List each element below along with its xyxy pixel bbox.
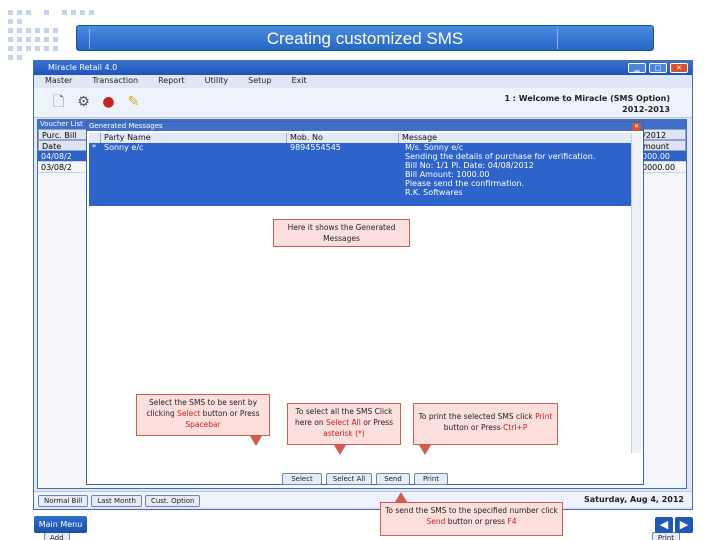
menu-item-report[interactable]: Report: [147, 75, 194, 87]
purchase-bill-header: Purc. Bill: [38, 129, 88, 140]
menu-item-exit[interactable]: Exit: [280, 75, 315, 87]
callout-highlight: F4: [507, 517, 517, 526]
mobile-number-cell: 9894554545: [290, 143, 341, 152]
minimize-icon[interactable]: ▁: [628, 63, 646, 73]
party-name-cell: Sonny e/c: [104, 143, 144, 152]
main-menu-button[interactable]: Main Menu: [34, 516, 87, 533]
table-row[interactable]: 0000.00: [639, 162, 686, 173]
callout-text: To print the selected SMS click: [418, 412, 536, 421]
new-document-icon[interactable]: 🗋: [50, 94, 67, 111]
right-arrow-icon[interactable]: ▶: [675, 517, 693, 533]
normal-bill-button[interactable]: Normal Bill: [38, 495, 89, 507]
slide-navigation: ◀ ▶: [655, 517, 693, 533]
date-to-field[interactable]: /2012: [639, 129, 686, 140]
callout-select: Select the SMS to be sent by clicking Se…: [136, 394, 270, 436]
status-date: Saturday, Aug 4, 2012: [584, 495, 684, 504]
message-cell: M/s. Sonny e/c Sending the details of pu…: [399, 143, 633, 206]
dialog-buttons: Select Select All Send Print: [282, 473, 448, 485]
date-column-header: Date: [38, 140, 88, 151]
window-controls: ▁ □ ✕: [628, 63, 688, 73]
callout-send: To send the SMS to the specified number …: [380, 502, 563, 536]
maximize-icon[interactable]: □: [649, 63, 667, 73]
status-bar: Normal Bill Last Month Cust. Option Satu…: [34, 491, 692, 507]
callout-text: button or Press: [200, 409, 260, 418]
table-row[interactable]: 000.00: [639, 151, 686, 162]
callout-highlight: Print: [535, 412, 553, 421]
mobile-number-header: Mob. No: [287, 133, 399, 143]
callout-print: To print the selected SMS click Print bu…: [413, 403, 558, 445]
message-line: R.K. Softwares: [405, 188, 463, 197]
callout-pointer: [419, 445, 431, 455]
print-button[interactable]: Print: [414, 473, 448, 485]
voucher-list-right-columns: /2012 mount 000.00 0000.00: [639, 129, 686, 173]
add-button[interactable]: Add: [44, 532, 70, 540]
callout-text: button or Press: [443, 423, 504, 432]
menu-bar: Master Transaction Report Utility Setup …: [34, 75, 692, 87]
table-row[interactable]: 03/08/2: [38, 162, 88, 173]
callout-text: or Press: [360, 418, 394, 427]
close-icon[interactable]: ✕: [670, 63, 688, 73]
menu-item-setup[interactable]: Setup: [237, 75, 280, 87]
message-line: Sending the details of purchase for veri…: [405, 152, 596, 161]
voucher-list-print: Print: [651, 532, 680, 540]
callout-highlight: Select: [177, 409, 201, 418]
callout-highlight: Ctrl+P: [503, 423, 528, 432]
menu-item-master[interactable]: Master: [34, 75, 81, 87]
messages-table-header: Party Name Mob. No Message: [89, 133, 633, 143]
message-line: M/s. Sonny e/c: [405, 143, 464, 152]
send-button[interactable]: Send: [376, 473, 410, 485]
row-marker: *: [92, 143, 96, 152]
callout-highlight: asterisk (*): [323, 429, 365, 438]
voucher-list-left-columns: Purc. Bill Date 04/08/2 03/08/2: [38, 129, 88, 173]
message-line: Bill No: 1/1 Pl. Date: 04/08/2012: [405, 161, 534, 170]
financial-year: 2012-2013: [622, 105, 670, 114]
welcome-info: 1 : Welcome to Miracle (SMS Option) 2012…: [504, 93, 670, 115]
callout-highlight: Spacebar: [185, 420, 221, 429]
message-line: Please send the confirmation.: [405, 179, 525, 188]
callout-pointer: [395, 492, 407, 502]
amount-column-header: mount: [639, 140, 686, 151]
slide: Creating customized SMS Miracle Retail 4…: [0, 0, 720, 540]
party-name-header: Party Name: [101, 133, 287, 143]
dialog-close-icon[interactable]: ✕: [632, 123, 641, 131]
menu-item-utility[interactable]: Utility: [194, 75, 238, 87]
select-all-button[interactable]: Select All: [326, 473, 372, 485]
callout-select-all: To select all the SMS Click here on Sele…: [287, 403, 401, 445]
callout-generated-messages: Here it shows the Generated Messages: [273, 219, 410, 247]
message-line: Bill Amount: 1000.00: [405, 170, 490, 179]
title-banner: Creating customized SMS: [76, 25, 654, 51]
status-buttons: Normal Bill Last Month Cust. Option: [38, 495, 201, 507]
callout-highlight: Send: [426, 517, 446, 526]
menu-item-transaction[interactable]: Transaction: [81, 75, 147, 87]
messages-scrollbar[interactable]: [631, 133, 641, 453]
slide-title: Creating customized SMS: [266, 29, 464, 48]
window-title: Miracle Retail 4.0: [34, 61, 692, 75]
table-row[interactable]: * Sonny e/c 9894554545 M/s. Sonny e/c Se…: [89, 143, 633, 206]
callout-highlight: Select All: [326, 418, 361, 427]
tools-icon[interactable]: ⚙: [75, 94, 92, 111]
welcome-text: 1 : Welcome to Miracle (SMS Option): [504, 94, 670, 103]
table-row[interactable]: 04/08/2: [38, 151, 88, 162]
voucher-print-button[interactable]: Print: [651, 532, 680, 540]
callout-pointer: [250, 436, 262, 446]
voucher-list-buttons: Add: [44, 532, 70, 540]
left-arrow-icon[interactable]: ◀: [655, 517, 673, 533]
dialog-title: Generated Messages: [87, 122, 643, 131]
money-bag-icon[interactable]: ●: [100, 94, 117, 111]
edit-icon[interactable]: ✎: [125, 94, 142, 111]
marker-column-header: [89, 133, 101, 143]
select-button[interactable]: Select: [282, 473, 322, 485]
callout-text: To send the SMS to the specified number …: [385, 506, 558, 515]
message-header: Message: [399, 133, 633, 143]
callout-text: button or press: [445, 517, 508, 526]
last-month-button[interactable]: Last Month: [91, 495, 142, 507]
customer-option-button[interactable]: Cust. Option: [144, 495, 201, 507]
callout-pointer: [334, 445, 346, 455]
